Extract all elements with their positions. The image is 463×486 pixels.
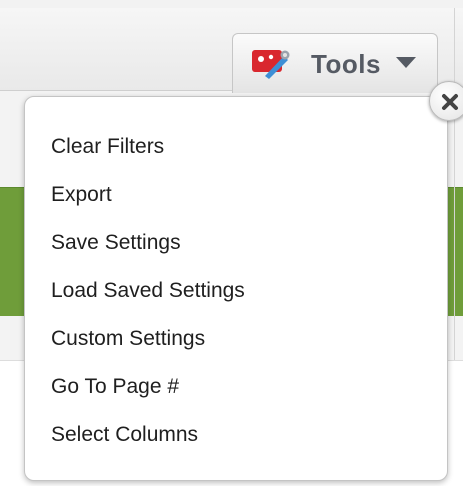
menu-item-go-to-page[interactable]: Go To Page # xyxy=(51,371,245,419)
menu-item-select-columns[interactable]: Select Columns xyxy=(51,419,245,467)
tools-button[interactable]: Tools xyxy=(232,33,438,93)
menu-item-export[interactable]: Export xyxy=(51,179,245,227)
tools-label: Tools xyxy=(311,49,381,79)
menu-list: Clear Filters Export Save Settings Load … xyxy=(51,131,245,467)
page: Tools Clear Filters Export Save Settings… xyxy=(0,0,463,486)
menu-item-save-settings[interactable]: Save Settings xyxy=(51,227,245,275)
menu-item-custom-settings[interactable]: Custom Settings xyxy=(51,323,245,371)
menu-item-load-saved-settings[interactable]: Load Saved Settings xyxy=(51,275,245,323)
tools-dropdown-menu: Clear Filters Export Save Settings Load … xyxy=(24,96,448,481)
panel-right-border xyxy=(454,8,455,360)
close-button[interactable] xyxy=(429,81,463,121)
chevron-down-icon xyxy=(396,57,416,68)
tools-icon xyxy=(252,50,290,79)
menu-item-clear-filters[interactable]: Clear Filters xyxy=(51,131,245,179)
top-strip xyxy=(0,0,463,8)
close-icon xyxy=(442,94,458,110)
